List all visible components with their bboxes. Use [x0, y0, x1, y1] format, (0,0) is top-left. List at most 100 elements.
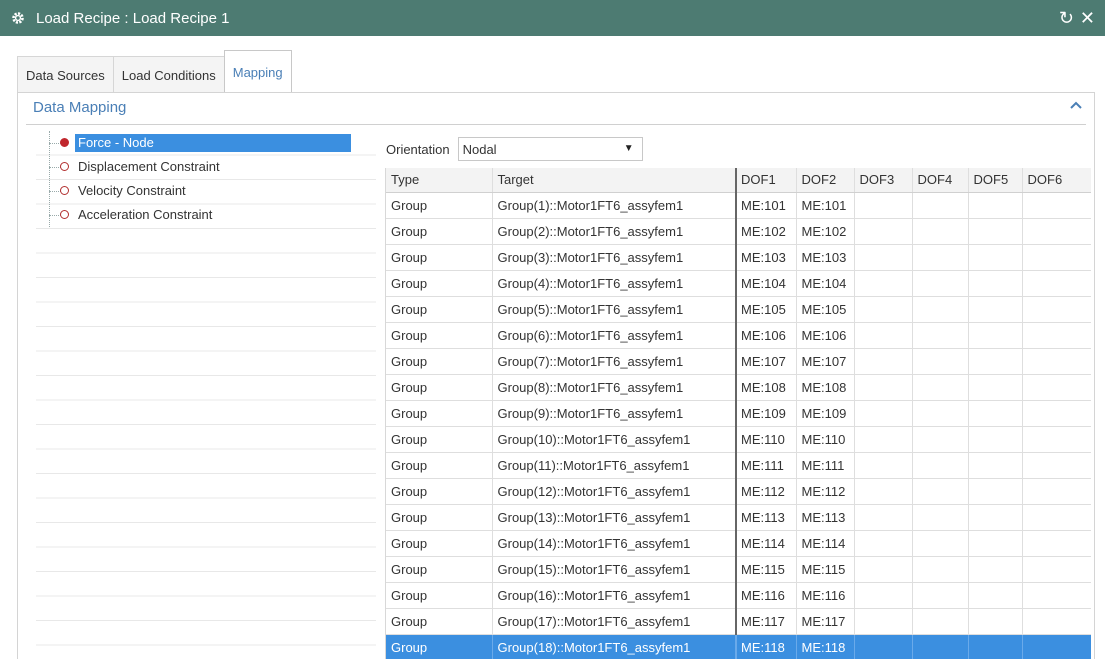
- cell-dof3[interactable]: [854, 530, 913, 557]
- cell-type[interactable]: Group: [386, 582, 493, 609]
- cell-dof2[interactable]: ME:114: [796, 530, 855, 557]
- cell-dof3[interactable]: [854, 400, 913, 427]
- cell-dof4[interactable]: [912, 504, 969, 531]
- cell-dof2[interactable]: ME:108: [796, 374, 855, 401]
- cell-dof3[interactable]: [854, 608, 913, 635]
- cell-dof6[interactable]: [1022, 348, 1091, 375]
- cell-dof1[interactable]: ME:115: [735, 556, 797, 583]
- cell-target[interactable]: Group(12)::Motor1FT6_assyfem1: [492, 478, 737, 505]
- cell-dof5[interactable]: [968, 192, 1023, 219]
- cell-type[interactable]: Group: [386, 556, 493, 583]
- gear-icon[interactable]: [10, 10, 26, 26]
- cell-type[interactable]: Group: [386, 374, 493, 401]
- table-row[interactable]: Group Group(7)::Motor1FT6_assyfem1 ME:107 M…: [386, 348, 1091, 375]
- cell-dof5[interactable]: [968, 608, 1023, 635]
- cell-dof1[interactable]: ME:111: [735, 452, 797, 479]
- cell-dof4[interactable]: [912, 556, 969, 583]
- cell-dof2[interactable]: ME:116: [796, 582, 855, 609]
- cell-dof3[interactable]: [854, 296, 913, 323]
- table-row[interactable]: Group Group(9)::Motor1FT6_assyfem1 ME:109 M…: [386, 400, 1091, 427]
- cell-target[interactable]: Group(1)::Motor1FT6_assyfem1: [492, 192, 737, 219]
- cell-dof6[interactable]: [1022, 322, 1091, 349]
- cell-dof6[interactable]: [1022, 452, 1091, 479]
- table-row[interactable]: Group Group(6)::Motor1FT6_assyfem1 ME:106 M…: [386, 322, 1091, 349]
- cell-dof5[interactable]: [968, 478, 1023, 505]
- cell-dof4[interactable]: [912, 348, 969, 375]
- cell-dof6[interactable]: [1022, 192, 1091, 219]
- cell-type[interactable]: Group: [386, 322, 493, 349]
- cell-dof1[interactable]: ME:113: [735, 504, 797, 531]
- cell-target[interactable]: Group(14)::Motor1FT6_assyfem1: [492, 530, 737, 557]
- tab-mapping[interactable]: Mapping: [223, 50, 292, 93]
- cell-dof5[interactable]: [968, 452, 1023, 479]
- orientation-select[interactable]: Nodal ▼: [457, 137, 643, 161]
- data-mapping-header[interactable]: Data Mapping: [18, 93, 1094, 121]
- cell-dof3[interactable]: [854, 192, 913, 219]
- cell-dof6[interactable]: [1022, 504, 1091, 531]
- cell-dof2[interactable]: ME:105: [796, 296, 855, 323]
- cell-dof1[interactable]: ME:116: [735, 582, 797, 609]
- cell-dof1[interactable]: ME:105: [735, 296, 797, 323]
- cell-dof6[interactable]: [1022, 244, 1091, 271]
- cell-type[interactable]: Group: [386, 218, 493, 245]
- cell-dof3[interactable]: [854, 426, 913, 453]
- cell-dof5[interactable]: [968, 556, 1023, 583]
- cell-dof1[interactable]: ME:104: [735, 270, 797, 297]
- cell-dof5[interactable]: [968, 374, 1023, 401]
- cell-dof1[interactable]: ME:118: [735, 634, 797, 659]
- cell-dof6[interactable]: [1022, 582, 1091, 609]
- cell-dof6[interactable]: [1022, 270, 1091, 297]
- cell-dof4[interactable]: [912, 426, 969, 453]
- table-row[interactable]: Group Group(1)::Motor1FT6_assyfem1 ME:101 M…: [386, 192, 1091, 219]
- cell-dof6[interactable]: [1022, 608, 1091, 635]
- cell-dof6[interactable]: [1022, 556, 1091, 583]
- cell-target[interactable]: Group(8)::Motor1FT6_assyfem1: [492, 374, 737, 401]
- close-icon[interactable]: ✕: [1080, 9, 1095, 27]
- table-row[interactable]: Group Group(16)::Motor1FT6_assyfem1 ME:116…: [386, 582, 1091, 609]
- cell-type[interactable]: Group: [386, 426, 493, 453]
- cell-target[interactable]: Group(17)::Motor1FT6_assyfem1: [492, 608, 737, 635]
- cell-type[interactable]: Group: [386, 634, 493, 659]
- cell-dof5[interactable]: [968, 582, 1023, 609]
- cell-dof5[interactable]: [968, 348, 1023, 375]
- column-header-dof3[interactable]: DOF3: [854, 168, 913, 193]
- cell-dof1[interactable]: ME:106: [735, 322, 797, 349]
- cell-dof3[interactable]: [854, 634, 913, 659]
- cell-dof4[interactable]: [912, 530, 969, 557]
- tree-item-acceleration-constraint[interactable]: Acceleration Constraint: [36, 203, 376, 227]
- cell-dof2[interactable]: ME:113: [796, 504, 855, 531]
- table-row[interactable]: Group Group(12)::Motor1FT6_assyfem1 ME:112…: [386, 478, 1091, 505]
- tree-item-velocity-constraint[interactable]: Velocity Constraint: [36, 179, 376, 203]
- cell-dof6[interactable]: [1022, 426, 1091, 453]
- cell-target[interactable]: Group(15)::Motor1FT6_assyfem1: [492, 556, 737, 583]
- table-row[interactable]: Group Group(11)::Motor1FT6_assyfem1 ME:111…: [386, 452, 1091, 479]
- cell-target[interactable]: Group(11)::Motor1FT6_assyfem1: [492, 452, 737, 479]
- cell-dof5[interactable]: [968, 218, 1023, 245]
- column-header-dof6[interactable]: DOF6: [1022, 168, 1091, 193]
- cell-dof1[interactable]: ME:103: [735, 244, 797, 271]
- table-row[interactable]: Group Group(15)::Motor1FT6_assyfem1 ME:115…: [386, 556, 1091, 583]
- table-row[interactable]: Group Group(17)::Motor1FT6_assyfem1 ME:117…: [386, 608, 1091, 635]
- cell-type[interactable]: Group: [386, 452, 493, 479]
- cell-dof4[interactable]: [912, 192, 969, 219]
- cell-target[interactable]: Group(5)::Motor1FT6_assyfem1: [492, 296, 737, 323]
- tree-item-force-node[interactable]: Force - Node: [36, 131, 376, 155]
- cell-dof2[interactable]: ME:115: [796, 556, 855, 583]
- cell-dof4[interactable]: [912, 608, 969, 635]
- cell-dof5[interactable]: [968, 530, 1023, 557]
- cell-dof3[interactable]: [854, 218, 913, 245]
- cell-type[interactable]: Group: [386, 270, 493, 297]
- cell-dof1[interactable]: ME:101: [735, 192, 797, 219]
- cell-dof2[interactable]: ME:104: [796, 270, 855, 297]
- cell-dof2[interactable]: ME:112: [796, 478, 855, 505]
- cell-dof6[interactable]: [1022, 530, 1091, 557]
- cell-dof2[interactable]: ME:103: [796, 244, 855, 271]
- cell-target[interactable]: Group(13)::Motor1FT6_assyfem1: [492, 504, 737, 531]
- cell-dof4[interactable]: [912, 296, 969, 323]
- column-header-dof1[interactable]: DOF1: [735, 168, 797, 193]
- cell-dof2[interactable]: ME:102: [796, 218, 855, 245]
- table-row[interactable]: Group Group(3)::Motor1FT6_assyfem1 ME:103 M…: [386, 244, 1091, 271]
- cell-dof4[interactable]: [912, 400, 969, 427]
- tab-data-sources[interactable]: Data Sources: [17, 56, 114, 93]
- cell-dof5[interactable]: [968, 322, 1023, 349]
